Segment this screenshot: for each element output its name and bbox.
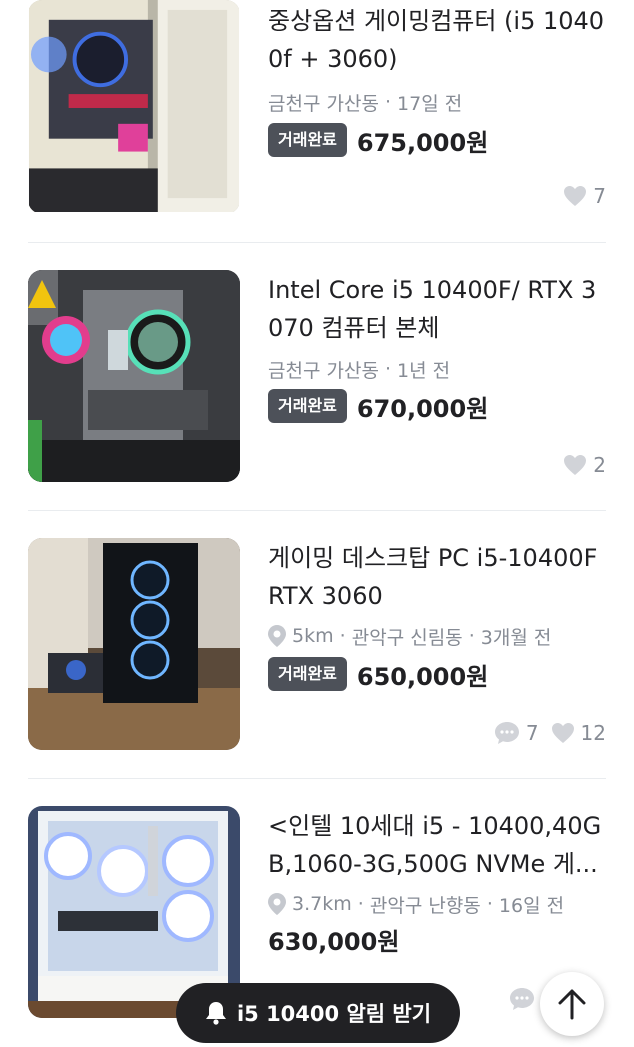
- listing-time: 16일 전: [498, 894, 565, 917]
- like-count-value: 7: [593, 184, 606, 208]
- listing-price: 650,000원: [356, 662, 489, 691]
- listing-time: 3개월 전: [480, 626, 552, 649]
- listing-meta: 금천구 가산동 · 17일 전: [268, 87, 462, 117]
- listing-distance: 5km: [292, 625, 334, 647]
- status-badge: 거래완료: [268, 123, 347, 157]
- listing-distance: 3.7km: [292, 893, 352, 915]
- like-count: 7: [563, 184, 606, 208]
- listing-thumbnail[interactable]: [28, 270, 240, 482]
- status-badge: 거래완료: [268, 657, 347, 691]
- like-count-value: 2: [593, 453, 606, 477]
- listing-meta: 3.7km · 관악구 난향동 · 16일 전: [268, 889, 564, 919]
- keyword-alert-button[interactable]: i5 10400 알림 받기: [176, 983, 460, 1043]
- arrow-up-icon: [558, 989, 586, 1020]
- heart-icon: [564, 186, 587, 206]
- listing-location: 관악구 난향동: [369, 894, 481, 917]
- like-count: 2: [563, 453, 606, 477]
- pc-case-rgb-photo: [28, 270, 240, 482]
- heart-icon: [551, 723, 574, 743]
- pc-tower-photo: [28, 538, 240, 750]
- listing-price: 670,000원: [356, 394, 489, 423]
- price-row: 거래완료 670,000원: [268, 389, 488, 423]
- listing-location: 금천구 가산동: [268, 92, 379, 115]
- listing-title[interactable]: 게이밍 데스크탑 PC i5-10400F RTX 3060: [268, 539, 608, 615]
- listing-title[interactable]: Intel Core i5 10400F/ RTX 3070 컴퓨터 본체: [268, 271, 608, 347]
- listing-price: 675,000원: [356, 128, 489, 157]
- listing-location: 금천구 가산동: [268, 359, 379, 382]
- listing-meta: 5km · 관악구 신림동 · 3개월 전: [268, 621, 551, 651]
- listing-counts: 7: [551, 184, 606, 208]
- meta-separator: ·: [333, 625, 352, 647]
- bell-icon: [205, 1002, 226, 1025]
- chat-count: 7: [494, 721, 539, 745]
- listing-time: 1년 전: [397, 359, 451, 382]
- like-count: 12: [551, 721, 606, 745]
- listing-counts: 7 12: [482, 721, 606, 745]
- chat-bubble-icon: [510, 988, 535, 1010]
- listing-time: 17일 전: [397, 92, 463, 115]
- listing-price: 630,000원: [268, 927, 400, 956]
- listing-meta: 금천구 가산동 · 1년 전: [268, 354, 450, 384]
- heart-icon: [564, 455, 587, 475]
- pc-case-photo: [28, 0, 240, 212]
- listing-counts: 2: [551, 453, 606, 477]
- location-pin-icon: [268, 893, 286, 915]
- listing-location: 관악구 신림동: [351, 626, 463, 649]
- scroll-top-button[interactable]: [540, 972, 604, 1036]
- listing-item[interactable]: 중상옵션 게이밍컴퓨터 (i5 10400f + 3060) 금천구 가산동 ·…: [0, 0, 634, 242]
- listing-thumbnail[interactable]: [28, 0, 240, 214]
- status-badge: 거래완료: [268, 389, 347, 423]
- meta-separator: ·: [462, 625, 481, 647]
- like-count-value: 12: [580, 721, 606, 745]
- price-row: 거래완료 675,000원: [268, 123, 488, 157]
- meta-separator: ·: [378, 91, 398, 113]
- location-pin-icon: [268, 625, 286, 647]
- meta-separator: ·: [378, 358, 398, 380]
- meta-separator: ·: [351, 893, 370, 915]
- listing-item[interactable]: 게이밍 데스크탑 PC i5-10400F RTX 3060 5km · 관악구…: [0, 511, 634, 779]
- price-row: 630,000원: [268, 922, 399, 956]
- meta-separator: ·: [480, 893, 499, 915]
- listing-thumbnail[interactable]: [28, 538, 240, 750]
- listing-title[interactable]: 중상옵션 게이밍컴퓨터 (i5 10400f + 3060): [268, 2, 608, 78]
- listing-title[interactable]: <인텔 10세대 i5 - 10400,40GB,1060-3G,500G NV…: [268, 807, 608, 883]
- chat-bubble-icon: [494, 722, 519, 744]
- listing-item[interactable]: Intel Core i5 10400F/ RTX 3070 컴퓨터 본체 금천…: [0, 243, 634, 511]
- chat-count-value: 7: [525, 721, 539, 745]
- price-row: 거래완료 650,000원: [268, 657, 488, 691]
